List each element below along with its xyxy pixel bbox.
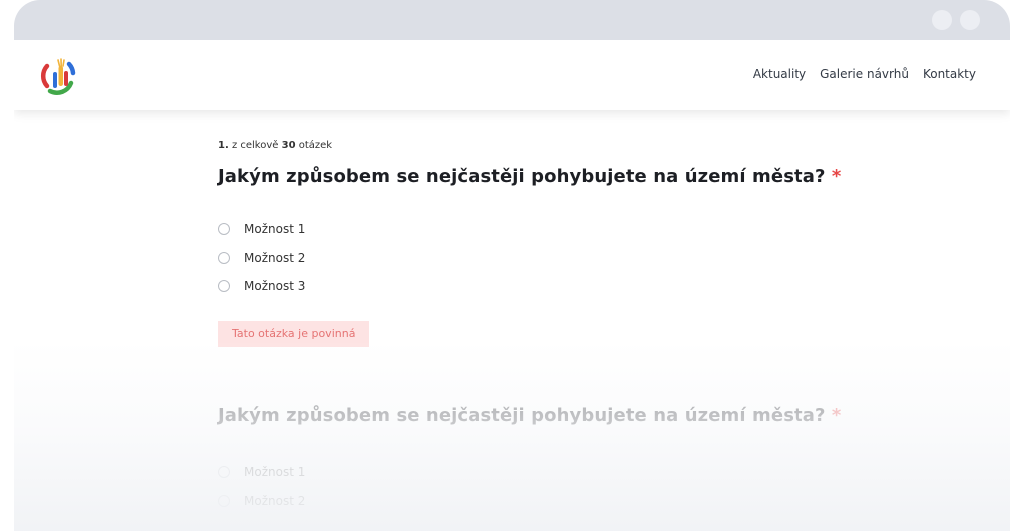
answer-options: Možnost 1 Možnost 2 Možnost 3 [218, 215, 938, 301]
option-label: Možnost 3 [244, 279, 306, 294]
nav-link-kontakty[interactable]: Kontakty [923, 67, 976, 81]
option-label: Možnost 2 [244, 250, 306, 265]
window-control-dot[interactable] [932, 10, 952, 30]
progress-suffix: otázek [295, 140, 333, 151]
radio-circle-icon[interactable] [218, 466, 230, 479]
radio-circle-icon[interactable] [218, 251, 230, 264]
radio-circle-icon[interactable] [218, 280, 230, 293]
navbar: Aktuality Galerie návrhů Kontakty [14, 40, 1010, 110]
option-label: Možnost 1 [244, 465, 306, 480]
raised-hands-logo-icon[interactable] [38, 56, 78, 96]
answer-option[interactable]: Možnost 3 [218, 272, 938, 301]
question-title-text: Jakým způsobem se nejčastěji pohybujete … [218, 166, 826, 187]
radio-circle-icon[interactable] [218, 223, 230, 236]
nav-link-aktuality[interactable]: Aktuality [753, 67, 806, 81]
answer-option[interactable]: Možnost 1 [218, 458, 938, 487]
survey-question: 1. z celkově 30 otázek Jakým způsobem se… [218, 140, 938, 347]
answer-option[interactable]: Možnost 2 [218, 487, 938, 516]
answer-option[interactable]: Možnost 2 [218, 244, 938, 273]
nav-link-galerie-navrhu[interactable]: Galerie návrhů [820, 67, 909, 81]
answer-option[interactable]: Možnost 1 [218, 215, 938, 244]
question-progress: 1. z celkově 30 otázek [218, 140, 938, 151]
progress-middle: z celkově [228, 140, 282, 151]
required-mark: * [831, 166, 842, 187]
answer-options: Možnost 1 Možnost 2 [218, 458, 938, 515]
question-title: Jakým způsobem se nejčastěji pohybujete … [218, 405, 938, 426]
required-error-message: Tato otázka je povinná [218, 320, 370, 347]
progress-total: 30 [281, 140, 296, 151]
next-survey-question: Jakým způsobem se nejčastěji pohybujete … [218, 405, 938, 515]
window-control-dot[interactable] [960, 10, 980, 30]
option-label: Možnost 1 [244, 222, 306, 237]
progress-current: 1. [218, 140, 229, 151]
option-label: Možnost 2 [244, 493, 306, 508]
window-controls [932, 10, 980, 30]
question-title: Jakým způsobem se nejčastěji pohybujete … [218, 166, 938, 187]
required-mark: * [831, 405, 842, 426]
radio-circle-icon[interactable] [218, 494, 230, 507]
page-viewport: Aktuality Galerie návrhů Kontakty 1. z c… [14, 40, 1010, 531]
question-title-text: Jakým způsobem se nejčastěji pohybujete … [218, 405, 826, 426]
nav-links: Aktuality Galerie návrhů Kontakty [753, 67, 976, 81]
